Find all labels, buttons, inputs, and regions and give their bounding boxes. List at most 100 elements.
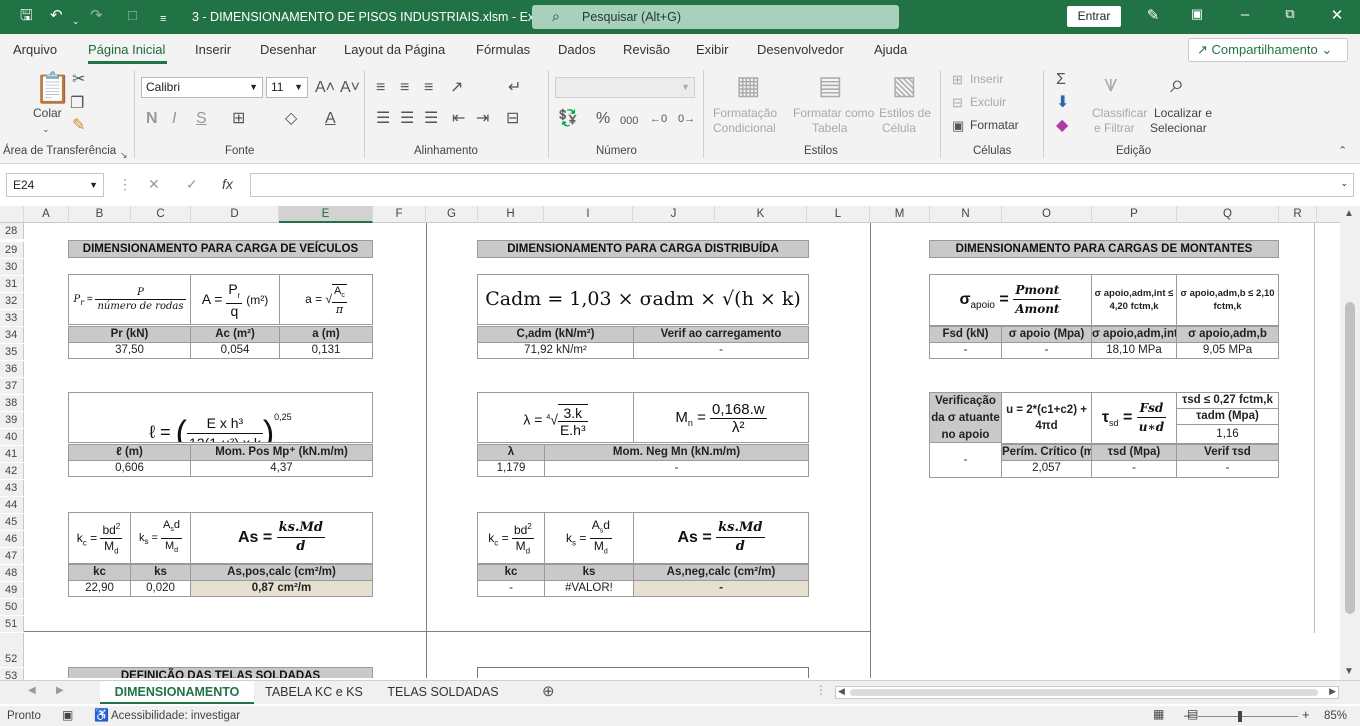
number-format-select[interactable]: ▼ [555, 77, 695, 98]
format-cells-button[interactable]: Formatar [970, 118, 1019, 132]
scroll-right-icon[interactable]: ▶ [1329, 686, 1336, 697]
merge-center-icon[interactable]: ⊟ [506, 111, 519, 127]
column-header[interactable]: J [633, 206, 715, 223]
worksheet-grid[interactable]: DIMENSIONAMENTO PARA CARGA DE VEÍCULOS P… [24, 223, 1318, 678]
row-header[interactable]: 35 [0, 344, 24, 360]
column-header[interactable]: A [24, 206, 69, 223]
save-icon[interactable]: 🖫 [20, 7, 33, 25]
value-cell[interactable]: - [544, 460, 809, 477]
add-sheet-icon[interactable]: ⊕ [542, 682, 555, 700]
row-header[interactable]: 45 [0, 514, 24, 530]
ribbon-display-icon[interactable]: ▣ [1182, 6, 1212, 22]
prev-sheet-icon[interactable]: ◀ [28, 685, 36, 696]
row-header[interactable]: 36 [0, 361, 24, 377]
scroll-thumb[interactable] [1345, 302, 1355, 614]
header-cell[interactable]: kc [68, 564, 131, 581]
header-cell[interactable]: Verif ao carregamento [633, 326, 809, 343]
cancel-icon[interactable]: ✕ [148, 176, 160, 193]
header-cell[interactable]: Mom. Pos Mp⁺ (kN.m/m) [190, 444, 373, 461]
align-left-icon[interactable]: ☰ [376, 111, 390, 127]
value-cell[interactable]: - [929, 342, 1002, 359]
column-header[interactable]: N [930, 206, 1002, 223]
column-header[interactable]: D [191, 206, 279, 223]
tab-formulas[interactable]: Fórmulas [476, 42, 530, 57]
increase-decimal-icon[interactable]: ←0 [650, 111, 667, 127]
tab-pagina-inicial[interactable]: Página Inicial [88, 42, 165, 57]
sort-filter-icon[interactable]: ⩛ [1104, 72, 1118, 96]
tab-dados[interactable]: Dados [558, 42, 596, 57]
row-header[interactable]: 41 [0, 446, 24, 462]
header-cell[interactable]: Ac (m²) [190, 326, 280, 343]
format-painter-icon[interactable]: ✎ [72, 118, 85, 134]
tab-desenhar[interactable]: Desenhar [260, 42, 316, 57]
column-header[interactable]: C [131, 206, 191, 223]
row-header[interactable]: 31 [0, 276, 24, 292]
paste-dropdown-icon[interactable]: ⌄ [42, 121, 50, 137]
vertical-scrollbar[interactable]: ▲ ▼ [1340, 206, 1360, 680]
close-icon[interactable]: ✕ [1322, 6, 1352, 24]
select-all-corner[interactable] [0, 206, 24, 223]
column-header[interactable]: L [807, 206, 870, 223]
comment-icon[interactable]: □ [128, 7, 137, 25]
increase-font-icon[interactable]: A˄ [315, 80, 335, 96]
decrease-indent-icon[interactable]: ⇤ [452, 111, 465, 127]
bold-button[interactable]: N [146, 111, 158, 127]
header-cell[interactable]: σ apoio,adm,b [1176, 326, 1279, 343]
font-color-icon[interactable]: A [325, 111, 336, 127]
cond-format-line1[interactable]: Formatação [713, 106, 777, 120]
insert-cells-icon[interactable]: ⊞ [952, 72, 963, 88]
header-cell[interactable]: Pr (kN) [68, 326, 191, 343]
wrap-text-icon[interactable]: ↵ [508, 80, 521, 96]
header-cell[interactable]: As,pos,calc (cm²/m) [190, 564, 373, 581]
orientation-icon[interactable]: ↗ [450, 80, 463, 96]
header-cell[interactable]: ks [130, 564, 191, 581]
value-cell[interactable]: 71,92 kN/m² [477, 342, 634, 359]
column-header[interactable]: E [279, 206, 373, 223]
tab-arquivo[interactable]: Arquivo [13, 42, 57, 57]
undo-dropdown-icon[interactable]: ⌄ [72, 12, 80, 30]
delete-cells-icon[interactable]: ⊟ [952, 95, 963, 111]
header-cell[interactable]: kc [477, 564, 545, 581]
header-cell[interactable]: Mom. Neg Mn (kN.m/m) [544, 444, 809, 461]
borders-icon[interactable]: ⊞ [232, 111, 245, 127]
pen-icon[interactable]: ✎ [1138, 6, 1168, 24]
header-cell[interactable]: C,adm (kN/m²) [477, 326, 634, 343]
find-select-line2[interactable]: Selecionar [1150, 121, 1207, 135]
value-cell[interactable]: - [1001, 342, 1092, 359]
font-name-select[interactable]: Calibri ▼ [141, 77, 263, 98]
row-header[interactable]: 30 [0, 259, 24, 275]
format-table-icon[interactable]: ▤ [818, 72, 843, 98]
column-header[interactable]: B [69, 206, 131, 223]
tab-desenvolvedor[interactable]: Desenvolvedor [757, 42, 844, 57]
row-header[interactable]: 28 [0, 223, 24, 239]
underline-button[interactable]: S [196, 111, 207, 127]
value-cell[interactable]: 0,131 [279, 342, 373, 359]
paste-button[interactable]: Colar [33, 106, 62, 120]
column-header[interactable]: R [1279, 206, 1317, 223]
header-cell[interactable]: σ apoio (Mpa) [1001, 326, 1092, 343]
tau-adm-label[interactable]: τadm (Mpa) [1176, 408, 1279, 425]
value-cell[interactable]: 22,90 [68, 580, 131, 597]
condition-cell[interactable]: σ apoio,adm,int ≤ 4,20 fctm,k [1091, 274, 1177, 326]
row-header[interactable]: 49 [0, 582, 24, 598]
status-accessibility[interactable]: Acessibilidade: investigar [111, 710, 240, 722]
delete-cells-button[interactable]: Excluir [970, 95, 1006, 109]
align-right-icon[interactable]: ☰ [424, 111, 438, 127]
row-header[interactable]: 43 [0, 480, 24, 496]
thousands-icon[interactable]: 000 [620, 113, 638, 129]
row-header[interactable]: 52 [0, 651, 24, 667]
paste-icon[interactable]: 📋 [34, 74, 71, 104]
column-header[interactable]: F [373, 206, 426, 223]
hscroll-thumb[interactable] [850, 689, 1318, 696]
search-box[interactable]: ⌕ Pesquisar (Alt+G) [532, 5, 899, 29]
clipboard-launcher-icon[interactable]: ↘ [120, 147, 128, 163]
header-cell[interactable]: λ [477, 444, 545, 461]
value-cell[interactable]: 37,50 [68, 342, 191, 359]
align-center-icon[interactable]: ☰ [400, 111, 414, 127]
zoom-slider-track[interactable] [1198, 716, 1298, 717]
redo-icon[interactable]: ↷ [90, 7, 103, 25]
tau-adm-value[interactable]: 1,16 [1176, 424, 1279, 444]
header-cell[interactable]: Perím. Crítico (m) [1001, 444, 1092, 461]
align-top-icon[interactable]: ≡ [376, 80, 385, 96]
formula-input[interactable]: ⌄ [250, 173, 1354, 197]
